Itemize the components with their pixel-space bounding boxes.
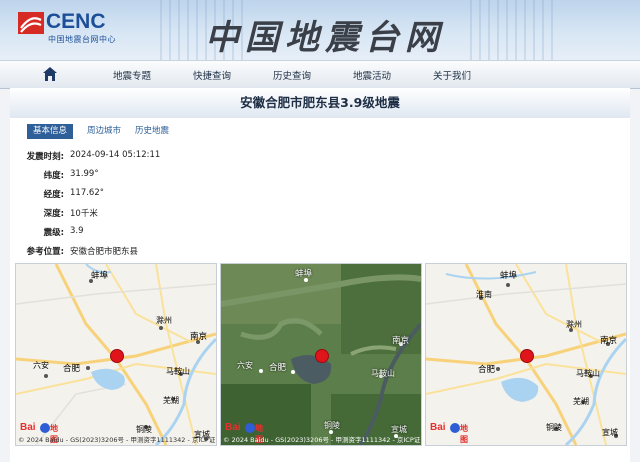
map-city-label: 芜湖	[163, 396, 179, 405]
map-city-label: 合肥	[269, 363, 287, 373]
info-value: 3.9	[70, 226, 84, 236]
map-city-label: 滁州	[566, 320, 582, 329]
baidu-paw-icon	[450, 423, 460, 433]
info-label: 纬度:	[43, 171, 64, 181]
nav-item-activity[interactable]: 地震活动	[353, 68, 391, 82]
map-city-label: 马鞍山	[371, 369, 395, 378]
info-row: 震级: 3.9	[10, 226, 310, 238]
info-row: 发震时刻: 2024-09-14 05:12:11	[10, 150, 310, 162]
info-label: 发震时刻:	[26, 152, 64, 162]
map-city-label: 芜湖	[573, 397, 589, 406]
main-content: 安徽合肥市肥东县3.9级地震 基本信息 周边城市 历史地震 发震时刻: 2024…	[10, 88, 630, 462]
road-map-regional[interactable]: 蚌埠 滁州 南京 六安 合肥 马鞍山 芜湖 铜陵 宣城 Bai 地图 © 202…	[15, 263, 217, 446]
main-nav: 地震专题 快捷查询 历史查询 地震活动 关于我们	[0, 60, 640, 89]
map-city-label: 合肥	[63, 364, 81, 374]
info-value: 2024-09-14 05:12:11	[70, 150, 161, 160]
nav-item-topics[interactable]: 地震专题	[113, 68, 151, 82]
epicenter-marker[interactable]	[520, 349, 534, 363]
info-value: 117.62°	[70, 188, 104, 198]
tab-history-quakes[interactable]: 历史地震	[129, 124, 175, 139]
info-value: 安徽合肥市肥东县	[70, 247, 139, 257]
banner-decoration	[470, 0, 560, 60]
epicenter-marker[interactable]	[110, 349, 124, 363]
info-value: 31.99°	[70, 169, 99, 179]
page-title: 安徽合肥市肥东县3.9级地震	[10, 88, 630, 118]
baidu-paw-icon	[40, 423, 50, 433]
map-copyright: © 2024 Baidu - GS(2023)3206号 - 甲测资字11113…	[18, 436, 216, 444]
map-city-label: 宣城	[602, 428, 618, 437]
map-city-label: 合肥	[478, 365, 496, 375]
logo-text: CENC	[46, 10, 106, 33]
satellite-map[interactable]: 蚌埠 南京 六安 合肥 马鞍山 铜陵 宣城 Bai 地图 © 2024 Baid…	[220, 263, 422, 446]
map-city-label: 马鞍山	[166, 367, 190, 376]
banner-title: 中国地震台网	[205, 18, 445, 58]
baidu-paw-icon	[245, 423, 255, 433]
map-city-label: 铜陵	[546, 423, 562, 432]
site-banner: CENC 中国地震台网中心 中国地震台网	[0, 0, 640, 60]
map-city-label: 马鞍山	[576, 369, 600, 378]
info-label: 震级:	[43, 228, 64, 238]
info-label: 深度:	[43, 209, 64, 219]
logo-subtitle: 中国地震台网中心	[48, 35, 116, 44]
info-row: 参考位置: 安徽合肥市肥东县	[10, 245, 310, 257]
tab-nearby-cities[interactable]: 周边城市	[81, 124, 127, 139]
cenc-logo-icon	[18, 12, 44, 34]
map-city-label: 南京	[600, 336, 618, 346]
map-city-label: 六安	[33, 361, 49, 370]
home-icon[interactable]	[42, 66, 58, 82]
tab-basic-info[interactable]: 基本信息	[27, 124, 74, 139]
map-city-label: 铜陵	[324, 421, 340, 430]
info-value: 10千米	[70, 209, 98, 219]
info-row: 经度: 117.62°	[10, 188, 310, 200]
map-city-label: 南京	[190, 332, 208, 342]
map-city-label: 蚌埠	[91, 271, 109, 281]
info-row: 深度: 10千米	[10, 207, 310, 219]
map-city-label: 滁州	[156, 316, 172, 325]
epicenter-marker[interactable]	[315, 349, 329, 363]
nav-item-history-query[interactable]: 历史查询	[273, 68, 311, 82]
road-map-local[interactable]: 淮南 蚌埠 滁州 南京 合肥 马鞍山 芜湖 铜陵 宣城 Bai 地图	[425, 263, 627, 446]
info-label: 经度:	[43, 190, 64, 200]
nav-item-about[interactable]: 关于我们	[433, 68, 471, 82]
nav-item-quick-query[interactable]: 快捷查询	[193, 68, 231, 82]
map-city-label: 南京	[392, 336, 410, 346]
map-city-label: 六安	[237, 361, 253, 370]
map-city-label: 淮南	[476, 290, 492, 299]
map-copyright: © 2024 Baidu - GS(2023)3206号 - 甲测资字11113…	[223, 436, 421, 444]
info-row: 纬度: 31.99°	[10, 169, 310, 181]
map-city-label: 蚌埠	[295, 269, 313, 279]
info-label: 参考位置:	[26, 247, 64, 257]
map-city-label: 蚌埠	[500, 271, 518, 281]
